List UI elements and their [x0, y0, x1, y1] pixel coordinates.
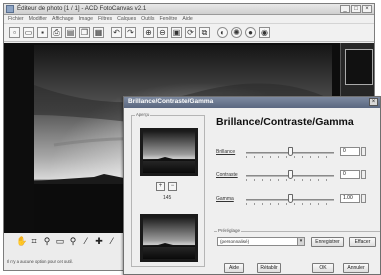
preview-group: Aperçu + − 145	[131, 112, 205, 267]
gamma-ticks	[246, 203, 334, 205]
contrast-spinner[interactable]	[361, 170, 366, 179]
ok-button[interactable]: OK	[312, 263, 334, 273]
rotate-icon[interactable]: ⟳	[185, 27, 196, 38]
window-title: Éditeur de photo [1 / 1] - ACD FotoCanva…	[17, 5, 147, 12]
brightness-label: Brillance	[216, 149, 236, 155]
contrast-icon[interactable]: ◐	[217, 27, 228, 38]
dialog-close-button[interactable]: ×	[369, 98, 378, 106]
result-preview-image	[143, 217, 195, 259]
app-icon	[6, 5, 14, 13]
contrast-ticks	[246, 179, 334, 181]
resize-icon[interactable]: ⧉	[199, 27, 210, 38]
brightness-slider-thumb[interactable]	[287, 147, 293, 156]
menu-tools[interactable]: Outils	[141, 15, 154, 23]
menu-help[interactable]: Aide	[182, 15, 192, 23]
result-preview	[140, 214, 198, 262]
window-title-bar: Éditeur de photo [1 / 1] - ACD FotoCanva…	[4, 4, 374, 15]
contrast-row: Contraste 0	[216, 169, 380, 183]
preset-dropdown[interactable]: (personnalisé) ▾	[217, 237, 305, 246]
main-toolbar: ▫ ▭ ▪ ⎙ ▤ ❐ ▦ ↶ ↷ ⊕ ⊖ ▣ ⟳ ⧉ ◐ ✺ ● ◉	[4, 24, 374, 42]
brightness-row: Brillance 0	[216, 146, 380, 160]
preset-label: Préréglage	[217, 228, 242, 233]
undo-icon[interactable]: ↶	[111, 27, 122, 38]
contrast-field[interactable]: 0	[340, 170, 360, 179]
dialog-heading: Brillance/Contraste/Gamma	[216, 116, 354, 128]
help-button[interactable]: Aide	[224, 263, 244, 273]
gamma-spinner[interactable]	[361, 194, 366, 203]
gamma-row: Gamma 1.00	[216, 193, 380, 207]
chevron-down-icon[interactable]: ▾	[297, 238, 304, 245]
cancel-button[interactable]: Annuler	[343, 263, 369, 273]
status-text: Il n'y a aucune option pour cet outil.	[7, 259, 73, 264]
menu-edit[interactable]: Modifier	[29, 15, 47, 23]
save-icon[interactable]: ▪	[37, 27, 48, 38]
open-folder-icon[interactable]: ▭	[23, 27, 34, 38]
brightness-field[interactable]: 0	[340, 147, 360, 156]
brightness-spinner[interactable]	[361, 147, 366, 156]
delete-preset-button[interactable]: Effacer	[349, 237, 376, 247]
close-button[interactable]: ×	[362, 5, 372, 13]
paste-icon[interactable]: ▦	[93, 27, 104, 38]
hand-tool-icon[interactable]: ✋	[16, 235, 27, 247]
brightness-contrast-gamma-dialog: Brillance/Contraste/Gamma × Aperçu + − 1…	[123, 96, 381, 275]
redo-icon[interactable]: ↷	[125, 27, 136, 38]
maximize-button[interactable]: □	[351, 5, 361, 13]
save-preset-button[interactable]: Enregistrer	[311, 237, 344, 247]
select-tool-icon[interactable]: ▭	[55, 235, 65, 247]
contrast-slider-thumb[interactable]	[287, 170, 293, 179]
gamma-label: Gamma	[216, 196, 234, 202]
brush-tool-icon[interactable]: ⁄	[107, 235, 117, 247]
zoom-out-button[interactable]: −	[168, 182, 177, 191]
zoom-in-button[interactable]: +	[156, 182, 165, 191]
reset-button[interactable]: Rétablir	[257, 263, 281, 273]
color-balance-icon[interactable]: ●	[245, 27, 256, 38]
scanner-icon[interactable]: ▤	[65, 27, 76, 38]
zoom-out-icon[interactable]: ⊖	[157, 27, 168, 38]
new-file-icon[interactable]: ▫	[9, 27, 20, 38]
minimize-button[interactable]: _	[340, 5, 350, 13]
lasso-tool-icon[interactable]: ⚲	[42, 235, 52, 247]
zoom-in-icon[interactable]: ⊕	[143, 27, 154, 38]
contrast-label: Contraste	[216, 172, 238, 178]
gamma-slider-thumb[interactable]	[287, 194, 293, 203]
menu-window[interactable]: Fenêtre	[159, 15, 177, 23]
menu-view[interactable]: Affichage	[52, 15, 74, 23]
preview-label: Aperçu	[135, 112, 151, 117]
effects-icon[interactable]: ◉	[259, 27, 270, 38]
thumbnail-image[interactable]	[345, 49, 373, 85]
gamma-field[interactable]: 1.00	[340, 194, 360, 203]
zoom-value: 145	[163, 195, 172, 201]
menu-image[interactable]: Image	[79, 15, 93, 23]
crop-tool-icon[interactable]: ⌗	[29, 235, 39, 247]
print-icon[interactable]: ⎙	[51, 27, 62, 38]
dialog-title: Brillance/Contraste/Gamma	[128, 98, 214, 105]
original-preview-image	[143, 131, 195, 173]
move-tool-icon[interactable]: ✚	[94, 235, 104, 247]
brightness-icon[interactable]: ✺	[231, 27, 242, 38]
eyedropper-tool-icon[interactable]: ⁄	[81, 235, 91, 247]
magnifier-tool-icon[interactable]: ⚲	[68, 235, 78, 247]
dialog-title-bar: Brillance/Contraste/Gamma ×	[124, 97, 380, 108]
original-preview	[140, 128, 198, 176]
tool-palette: ✋ ⌗ ⚲ ▭ ⚲ ⁄ ✚ ⁄	[4, 233, 124, 249]
copy-icon[interactable]: ❐	[79, 27, 90, 38]
image-edit-icon[interactable]: ▣	[171, 27, 182, 38]
menu-filters[interactable]: Filtres	[98, 15, 112, 23]
menu-file[interactable]: Fichier	[8, 15, 24, 23]
brightness-ticks	[246, 156, 334, 158]
preset-group: Préréglage (personnalisé) ▾ Enregistrer …	[214, 228, 380, 253]
menu-layers[interactable]: Calques	[117, 15, 136, 23]
menu-bar: Fichier Modifier Affichage Image Filtres…	[4, 15, 374, 24]
preset-value: (personnalisé)	[220, 239, 250, 244]
